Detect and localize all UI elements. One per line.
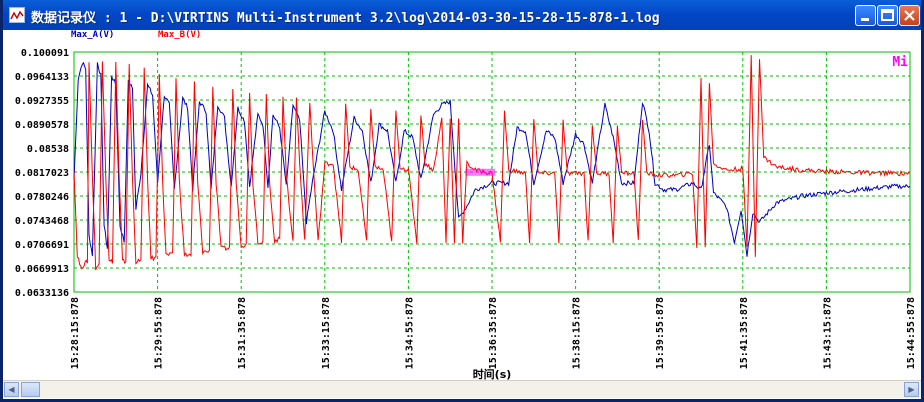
x-tick-label: 15:29:55:878 [154,297,165,369]
y-tick-label: 0.08538 [27,144,69,155]
annotation-label: Mi [892,55,908,70]
y-tick-label: 0.0669913 [15,264,69,275]
x-tick-label: 15:43:15:878 [822,297,833,369]
window-title: 数据记录仪 : 1 - D:\VIRTINS Multi-Instrument … [31,11,660,26]
minimize-icon [861,18,869,21]
app-icon [9,7,25,23]
x-tick-label: 15:44:55:878 [906,297,917,369]
scroll-right-button[interactable]: ▶ [904,382,919,397]
chart-svg[interactable]: 0.100091 0.0964133 0.0927355 0.0890578 0.085… [3,30,921,380]
title-bar[interactable]: 数据记录仪 : 1 - D:\VIRTINS Multi-Instrument … [3,0,921,30]
maximize-button[interactable] [877,5,898,26]
y-tick-label: 0.0780246 [15,192,69,203]
cursor-marker [465,168,496,176]
close-button[interactable] [899,5,920,26]
x-tick-label: 15:38:15:878 [572,297,583,369]
data-logger-window: 数据记录仪 : 1 - D:\VIRTINS Multi-Instrument … [0,0,924,402]
x-tick-label: 15:36:35:878 [488,297,499,369]
y-tick-label: 0.0927355 [15,96,69,107]
y-tick-label: 0.0964133 [15,72,69,83]
y-tick-label: 0.100091 [21,48,69,59]
y-tick-label: 0.0890578 [15,120,69,131]
x-tick-label: 15:28:15:878 [70,297,81,369]
plot-area: Max_A(V) Max_B(V) 0.100091 0.0964133 0.092… [3,30,921,380]
x-tick-label: 15:41:35:878 [739,297,750,369]
y-tick-label: 0.0706691 [15,240,69,251]
x-tick-label: 15:33:15:878 [321,297,332,369]
maximize-icon [881,9,894,21]
x-axis-label: 时间(s) [473,367,512,380]
close-icon [904,10,915,21]
y-tick-label: 0.0633136 [15,288,69,299]
scroll-thumb[interactable] [21,382,40,397]
horizontal-scrollbar[interactable]: ◀ ▶ [3,380,921,398]
minimize-button[interactable] [855,5,876,26]
x-tick-label: 15:31:35:878 [237,297,248,369]
x-tick-label: 15:39:55:878 [655,297,666,369]
y-tick-label: 0.0743468 [15,216,69,227]
y-tick-label: 0.0817023 [15,168,69,179]
x-tick-label: 15:34:55:878 [404,297,415,369]
scroll-left-button[interactable]: ◀ [4,382,19,397]
